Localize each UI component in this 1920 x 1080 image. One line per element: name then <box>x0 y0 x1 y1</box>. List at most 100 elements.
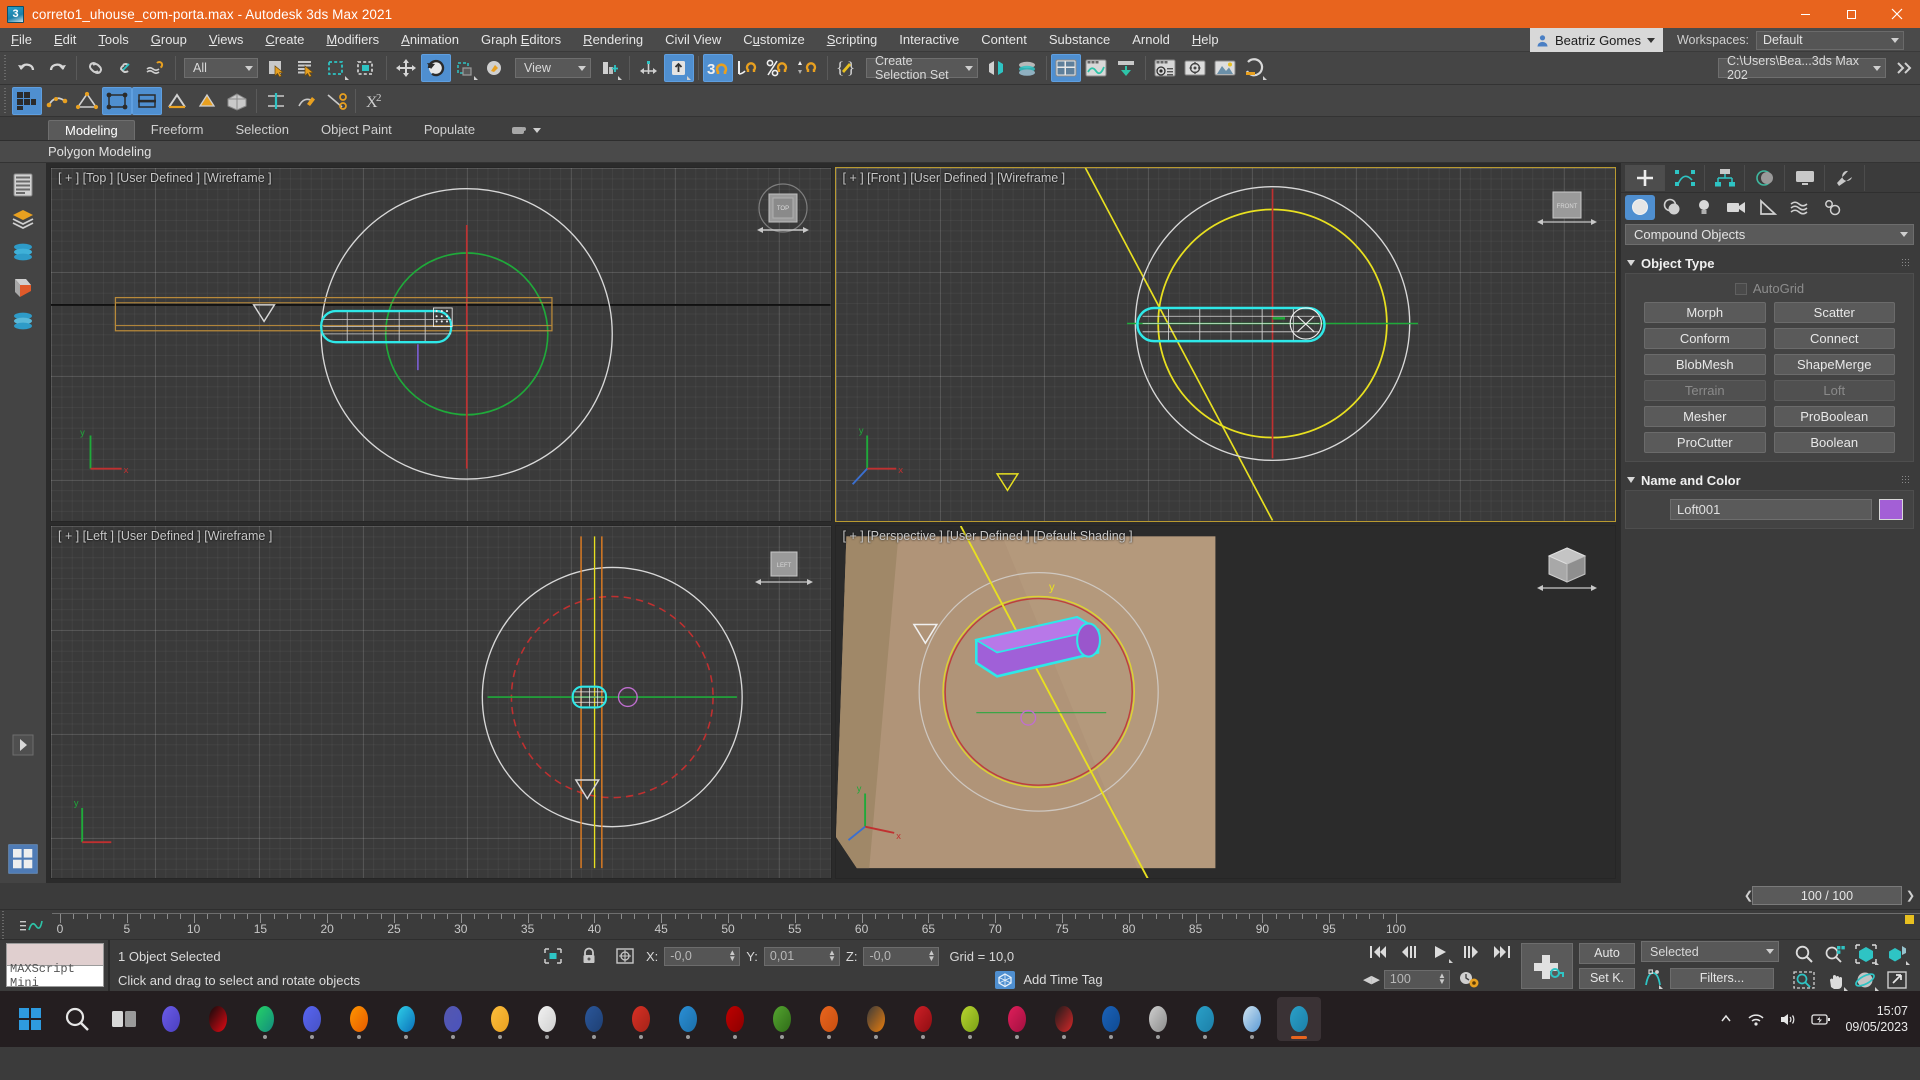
menu-tools[interactable]: Tools <box>87 28 139 52</box>
pan-view-button[interactable] <box>1820 968 1850 992</box>
taskbar-app-autocad[interactable] <box>995 997 1039 1041</box>
x-coordinate-input[interactable]: -0,0 ▲ ▼ <box>664 946 741 966</box>
border-subobject-button[interactable] <box>162 87 192 115</box>
time-slider[interactable]: 100 / 100 <box>1752 886 1902 905</box>
select-and-scale-button[interactable] <box>451 54 481 82</box>
show-hidden-icons[interactable] <box>1719 1012 1733 1026</box>
named-selection-set-select[interactable]: Create Selection Set <box>866 54 978 82</box>
spinner-arrows-icon[interactable]: ▲ ▼ <box>928 948 936 962</box>
toggle-scene-explorer-button[interactable] <box>1051 54 1081 82</box>
viewport-perspective[interactable]: [ + ] [Perspective ] [User Defined ] [De… <box>834 524 1616 879</box>
edit-poly-button[interactable] <box>72 87 102 115</box>
taskbar-app-search[interactable] <box>55 997 99 1041</box>
taskbar-app-revit[interactable] <box>1089 997 1133 1041</box>
taskbar-app-rhino[interactable] <box>1136 997 1180 1041</box>
name-and-color-header[interactable]: Name and Color <box>1625 470 1914 490</box>
taskbar-app-blender[interactable] <box>854 997 898 1041</box>
edge-subobject-button[interactable] <box>132 86 162 115</box>
taskbar-app-office[interactable] <box>807 997 851 1041</box>
reference-coordinate-system-select[interactable]: View <box>515 58 591 78</box>
helpers-subtab[interactable] <box>1753 195 1783 220</box>
maximize-button[interactable] <box>1828 0 1874 28</box>
absolute-mode-transform-icon[interactable] <box>610 944 640 968</box>
add-time-tag-icon[interactable] <box>994 970 1016 990</box>
layers-icon[interactable] <box>8 205 38 233</box>
trackbar-grip[interactable] <box>0 911 7 939</box>
polygon-modeling-button[interactable] <box>42 87 72 115</box>
vertex-subobject-button[interactable] <box>102 86 132 115</box>
taskbar-app-excel[interactable] <box>619 997 663 1041</box>
viewcube-top[interactable]: TOP <box>751 182 815 240</box>
menu-substance[interactable]: Substance <box>1038 28 1121 52</box>
window-crossing-toggle-button[interactable] <box>352 54 382 82</box>
menu-edit[interactable]: Edit <box>43 28 87 52</box>
conform-button[interactable]: Conform <box>1644 328 1766 349</box>
add-time-tag-label[interactable]: Add Time Tag <box>1023 972 1102 987</box>
menu-graph-editors[interactable]: Graph Editors <box>470 28 572 52</box>
wifi-icon[interactable] <box>1747 1012 1765 1027</box>
taskbar-app-task-view[interactable] <box>102 997 146 1041</box>
select-and-move-button[interactable] <box>391 54 421 82</box>
spinner-arrows-icon[interactable]: ▲ ▼ <box>1438 971 1446 985</box>
spinner-snap-toggle-button[interactable] <box>793 54 823 82</box>
volume-icon[interactable] <box>1779 1012 1797 1027</box>
shapes-subtab[interactable] <box>1657 195 1687 220</box>
edit-named-selection-sets-button[interactable]: {} <box>832 54 862 82</box>
taskbar-clock[interactable]: 15:07 09/05/2023 <box>1845 1003 1908 1035</box>
menu-content[interactable]: Content <box>970 28 1038 52</box>
bind-to-space-warp-button[interactable] <box>141 54 171 82</box>
auto-key-button[interactable]: Auto <box>1579 942 1635 964</box>
select-by-name-button[interactable] <box>292 54 322 82</box>
display-tab[interactable] <box>1785 164 1825 191</box>
procutter-button[interactable]: ProCutter <box>1644 432 1766 453</box>
z-coordinate-input[interactable]: -0,0 ▲ ▼ <box>863 946 940 966</box>
cameras-subtab[interactable] <box>1721 195 1751 220</box>
systems-subtab[interactable] <box>1817 195 1847 220</box>
taskbar-app-sketchup[interactable] <box>948 997 992 1041</box>
cut-button[interactable] <box>321 87 351 115</box>
close-button[interactable] <box>1874 0 1920 28</box>
lights-subtab[interactable] <box>1689 195 1719 220</box>
menu-interactive[interactable]: Interactive <box>888 28 970 52</box>
menu-civil-view[interactable]: Civil View <box>654 28 732 52</box>
autogrid-checkbox[interactable] <box>1734 282 1747 295</box>
object-category-select[interactable]: Compound Objects <box>1625 224 1914 245</box>
taskbar-app-firefox[interactable] <box>337 997 381 1041</box>
zoom-extents-button[interactable] <box>1851 942 1881 966</box>
menu-animation[interactable]: Animation <box>390 28 470 52</box>
proboolean-button[interactable]: ProBoolean <box>1773 406 1895 427</box>
taskbar-app-revit-r[interactable] <box>1042 997 1086 1041</box>
zoom-extents-all-button[interactable] <box>1882 942 1912 966</box>
orbit-button[interactable] <box>1851 968 1881 992</box>
next-frame-button[interactable] <box>1456 940 1486 964</box>
time-configuration-button[interactable] <box>1454 967 1484 991</box>
zoom-region-button[interactable] <box>1789 968 1819 992</box>
select-and-link-button[interactable] <box>81 54 111 82</box>
hierarchy-tab[interactable] <box>1705 164 1745 191</box>
spinner-arrows-icon[interactable]: ▲ ▼ <box>728 948 736 962</box>
placement-tool-button[interactable] <box>481 54 511 82</box>
utilities-tab[interactable] <box>1825 164 1865 191</box>
viewport-front[interactable]: [ + ] [Front ] [User Defined ] [Wirefram… <box>834 167 1616 522</box>
space-warps-subtab[interactable] <box>1785 195 1815 220</box>
ribbon-display-icon[interactable] <box>511 124 529 137</box>
render-production-button[interactable] <box>1240 54 1270 82</box>
taskbar-app-word[interactable] <box>572 997 616 1041</box>
set-key-button[interactable] <box>1521 942 1573 989</box>
viewcube-left[interactable]: LEFT <box>751 540 815 598</box>
unlink-selection-button[interactable] <box>111 54 141 82</box>
taskbar-app-file-explorer[interactable] <box>478 997 522 1041</box>
snaps-toggle-button[interactable]: 3 <box>703 54 733 82</box>
previous-frame-button[interactable] <box>1394 940 1424 964</box>
key-mode-toggle-icon[interactable] <box>1641 966 1665 990</box>
rectangular-selection-region-button[interactable] <box>322 54 352 82</box>
chevron-down-icon[interactable] <box>533 127 542 133</box>
taskbar-app-vscode[interactable] <box>666 997 710 1041</box>
use-pivot-point-center-button[interactable] <box>595 54 625 82</box>
menu-group[interactable]: Group <box>140 28 198 52</box>
taskbar-app-filezilla[interactable] <box>713 997 757 1041</box>
viewport-perspective-label[interactable]: [ + ] [Perspective ] [User Defined ] [De… <box>843 529 1133 543</box>
expand-panel-button[interactable] <box>8 731 38 759</box>
maxscript-input-pane[interactable]: MAXScript Mini <box>6 962 104 990</box>
layer-explorer-button[interactable] <box>1012 54 1042 82</box>
